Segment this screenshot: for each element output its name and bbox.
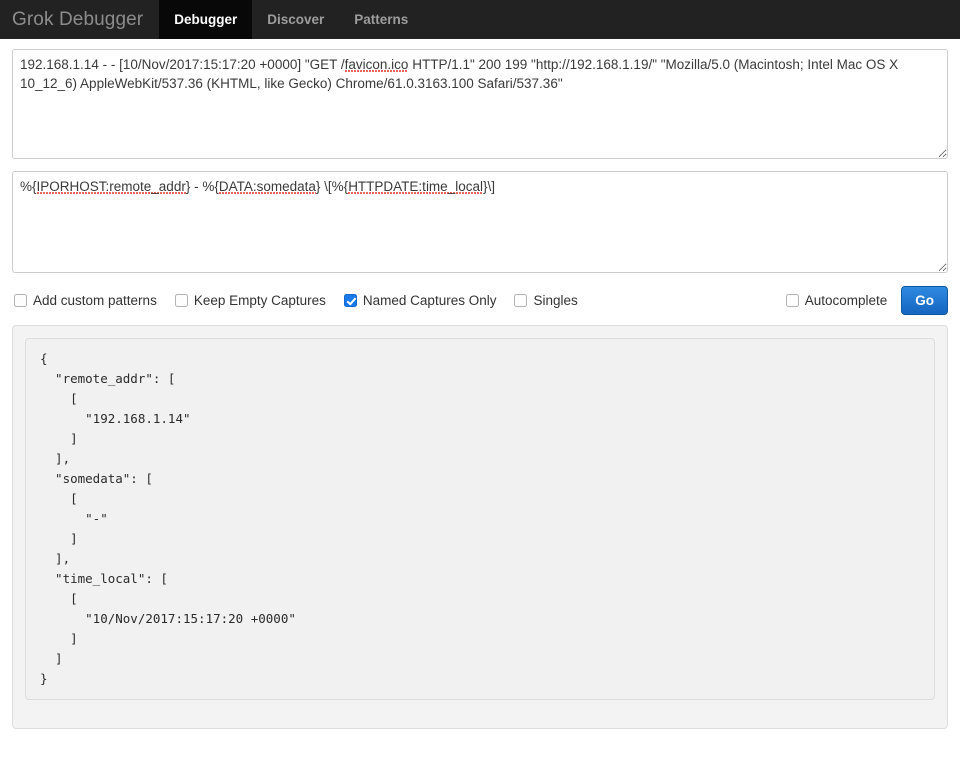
checkbox-singles[interactable]	[514, 293, 528, 307]
option-singles[interactable]: Singles	[514, 292, 578, 308]
option-add-custom-patterns[interactable]: Add custom patterns	[14, 293, 157, 308]
grok-pattern-input[interactable]	[12, 171, 948, 273]
option-label-autocomplete: Autocomplete	[804, 292, 888, 308]
checkbox-add-custom-patterns[interactable]	[14, 293, 27, 307]
options-row: Add custom patterns Keep Empty Captures …	[14, 283, 948, 317]
submit-group: Autocomplete Go	[785, 285, 948, 315]
option-label-add-custom-patterns: Add custom patterns	[33, 292, 157, 308]
option-label-singles: Singles	[533, 292, 578, 308]
input-textarea-wrapper: 192.168.1.14 - - [10/Nov/2017:15:17:20 +…	[12, 49, 948, 159]
option-label-keep-empty-captures: Keep Empty Captures	[193, 292, 326, 308]
app-brand: Grok Debugger	[12, 9, 144, 30]
option-named-captures-only[interactable]: Named Captures Only	[343, 292, 497, 308]
go-button[interactable]: Go	[901, 285, 948, 315]
option-keep-empty-captures[interactable]: Keep Empty Captures	[174, 292, 326, 308]
tab-debugger[interactable]: Debugger	[159, 0, 253, 39]
checkbox-named-captures-only[interactable]	[343, 293, 357, 307]
tab-patterns[interactable]: Patterns	[339, 0, 423, 39]
tab-discover[interactable]: Discover	[252, 0, 339, 39]
option-label-named-captures-only: Named Captures Only	[362, 292, 497, 308]
output-panel: { "remote_addr": [ [ "192.168.1.14" ] ],…	[12, 325, 948, 729]
checkbox-keep-empty-captures[interactable]	[174, 293, 188, 307]
nav-tab-list: Debugger Discover Patterns	[159, 0, 423, 39]
sample-log-input[interactable]	[12, 49, 948, 159]
top-navbar: Grok Debugger Debugger Discover Patterns	[0, 0, 960, 39]
page-body: 192.168.1.14 - - [10/Nov/2017:15:17:20 +…	[0, 39, 960, 729]
pattern-textarea-wrapper: %{IPORHOST:remote_addr} - %{DATA:somedat…	[12, 171, 948, 273]
checkbox-autocomplete[interactable]	[785, 293, 799, 307]
output-json: { "remote_addr": [ [ "192.168.1.14" ] ],…	[25, 338, 935, 700]
option-autocomplete[interactable]: Autocomplete	[785, 292, 888, 308]
